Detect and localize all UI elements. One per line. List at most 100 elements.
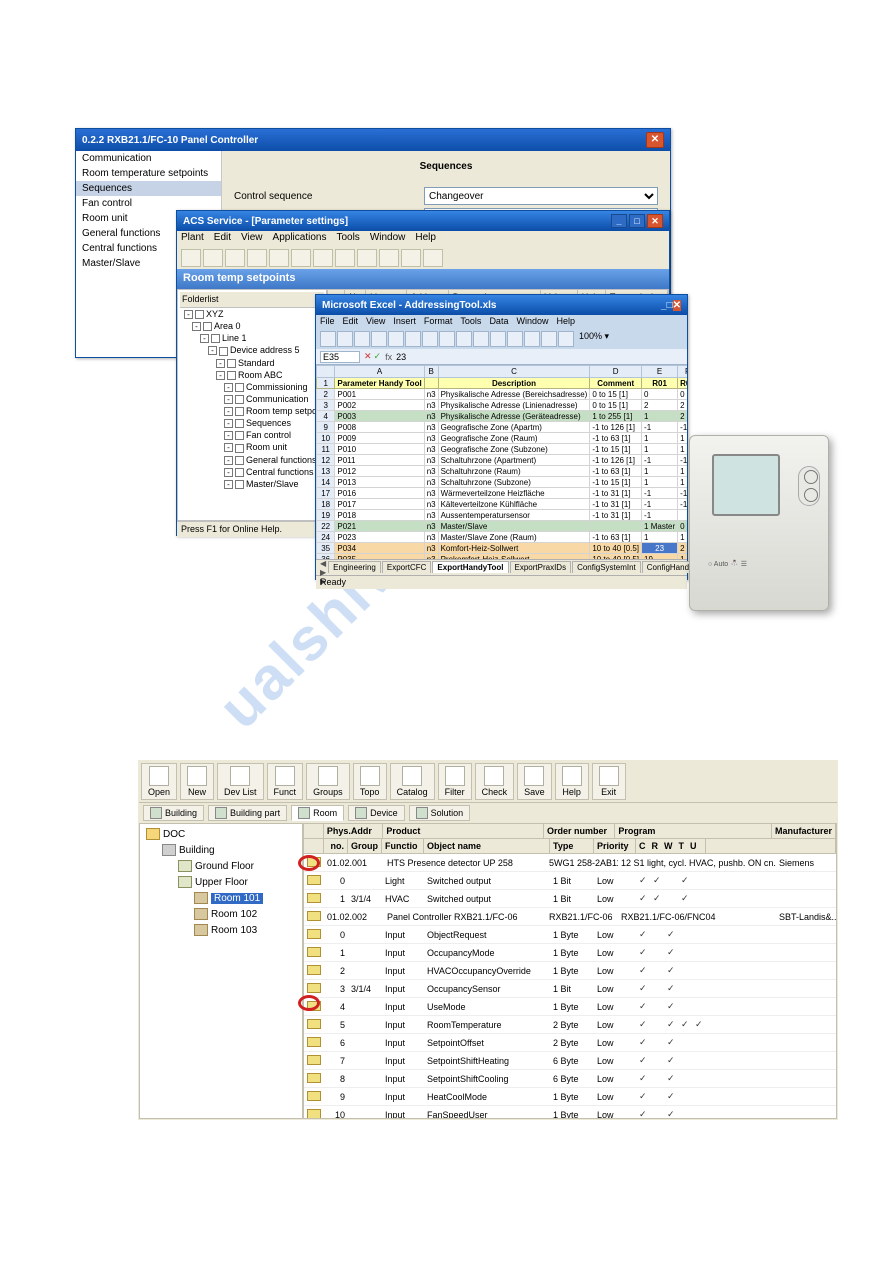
device-row[interactable]: 01.02.001HTS Presence detector UP 2585WG… — [304, 854, 836, 872]
sheet-row[interactable]: 11P010n3Geografische Zone (Subzone)-1 to… — [317, 444, 688, 455]
toolbar-btn[interactable] — [181, 249, 201, 267]
cell[interactable]: Schaltuhrzone (Raum) — [438, 466, 590, 477]
cell[interactable]: P003 — [335, 411, 424, 422]
cell[interactable]: P001 — [335, 389, 424, 400]
toolbar-btn[interactable] — [558, 331, 574, 347]
cell[interactable]: 1 — [642, 433, 678, 444]
toolbar-open-button[interactable]: Open — [141, 763, 177, 800]
win2-titlebar[interactable]: ACS Service - [Parameter settings] _ □ ✕ — [177, 211, 669, 231]
cell[interactable]: -1 — [642, 510, 678, 521]
toolbar-btn[interactable] — [269, 249, 289, 267]
col-product[interactable]: Product — [383, 824, 544, 838]
tree-node[interactable]: -Room unit — [180, 441, 324, 453]
cell[interactable]: n3 — [424, 422, 438, 433]
toolbar-btn[interactable] — [473, 331, 489, 347]
col-header[interactable]: F — [678, 366, 687, 378]
cell[interactable]: 0 to 15 [1] — [590, 400, 642, 411]
toolbar-check-button[interactable]: Check — [475, 763, 515, 800]
cell[interactable]: P013 — [335, 477, 424, 488]
cell[interactable]: Aussentemperatursensor — [438, 510, 590, 521]
cell[interactable]: -1 — [678, 455, 687, 466]
sheet-tab[interactable]: ExportPraxIDs — [510, 561, 572, 573]
win2-menubar[interactable]: PlantEditViewApplicationsToolsWindowHelp — [177, 231, 669, 247]
cancel-icon[interactable]: ✕ — [364, 351, 372, 362]
sheet-row[interactable]: 13P012n3Schaltuhrzone (Raum)-1 to 63 [1]… — [317, 466, 688, 477]
menu-item[interactable]: Plant — [181, 232, 204, 243]
win2-folder-tree[interactable]: Folderlist✕ -XYZ-Area 0-Line 1-Device ad… — [177, 289, 327, 521]
minimize-icon[interactable]: _ — [611, 214, 627, 228]
col-type[interactable]: Type — [550, 839, 594, 853]
tree-node[interactable]: Upper Floor — [142, 874, 300, 890]
cell[interactable]: -1 — [642, 488, 678, 499]
cell[interactable] — [590, 521, 642, 532]
cell[interactable]: Master/Slave — [438, 521, 590, 532]
cell[interactable]: 1 — [678, 532, 687, 543]
tree-node[interactable]: -General functions — [180, 454, 324, 466]
object-row[interactable]: 0InputObjectRequest1 ByteLow — [304, 926, 836, 944]
cell[interactable]: 19 — [317, 510, 335, 521]
device-row[interactable]: 01.02.002Panel Controller RXB21.1/FC-06R… — [304, 908, 836, 926]
cell[interactable]: 1 to 255 [1] — [590, 411, 642, 422]
sheet-row[interactable]: 18P017n3Kälteverteilzone Kühlfläche-1 to… — [317, 499, 688, 510]
header-cell[interactable]: 1 — [317, 378, 335, 389]
mode-buttons[interactable]: ○ Auto ⛄ ☰ — [708, 560, 747, 568]
cell[interactable]: 1 — [642, 411, 678, 422]
view-tab-building[interactable]: Building — [143, 805, 204, 821]
tree-node[interactable]: -Room temp setpoint — [180, 405, 324, 417]
maximize-icon[interactable]: □ — [629, 214, 645, 228]
sheet-row[interactable]: 19P018n3Aussentemperatursensor-1 to 31 [… — [317, 510, 688, 521]
col-manufacturer[interactable]: Manufacturer — [772, 824, 836, 838]
cell[interactable]: 1 — [678, 444, 687, 455]
toolbar-new-button[interactable]: New — [180, 763, 214, 800]
cell[interactable]: 11 — [317, 444, 335, 455]
sheet-row[interactable]: 10P009n3Geografische Zone (Raum)-1 to 63… — [317, 433, 688, 444]
object-row[interactable]: 9InputHeatCoolMode1 ByteLow — [304, 1088, 836, 1106]
cell[interactable]: Physikalische Adresse (Bereichsadresse) — [438, 389, 590, 400]
formula-value[interactable]: 23 — [396, 352, 406, 362]
toolbar-btn[interactable] — [507, 331, 523, 347]
sheet-tab[interactable]: ConfigSystemInt — [572, 561, 641, 573]
tree-node[interactable]: -Sequences — [180, 417, 324, 429]
cell[interactable]: n3 — [424, 400, 438, 411]
cell[interactable]: n3 — [424, 466, 438, 477]
view-tab-room[interactable]: Room — [291, 805, 344, 821]
sheet-row[interactable]: 24P023n3Master/Slave Zone (Raum)-1 to 63… — [317, 532, 688, 543]
menu-item[interactable]: File — [320, 316, 335, 326]
cell[interactable]: Wärmeverteilzone Heizfläche — [438, 488, 590, 499]
sidebar-item[interactable]: Communication — [76, 151, 221, 166]
toolbar-catalog-button[interactable]: Catalog — [390, 763, 435, 800]
col-header[interactable] — [317, 366, 335, 378]
menu-item[interactable]: Insert — [393, 316, 416, 326]
cell[interactable]: 0 to 15 [1] — [590, 389, 642, 400]
cell[interactable]: -1 to 15 [1] — [590, 477, 642, 488]
cell[interactable]: 18 — [317, 499, 335, 510]
toolbar-help-button[interactable]: Help — [555, 763, 589, 800]
toolbar-btn[interactable] — [405, 331, 421, 347]
col-header[interactable]: B — [424, 366, 438, 378]
object-row[interactable]: 33/1/4InputOccupancySensor1 BitLow — [304, 980, 836, 998]
col-flag-w[interactable]: W — [664, 841, 673, 851]
menu-item[interactable]: Edit — [214, 232, 231, 243]
cell[interactable]: 10 to 40 [0.5] — [590, 543, 642, 554]
tree-node[interactable]: Building — [142, 842, 300, 858]
toolbar-btn[interactable] — [388, 331, 404, 347]
cell[interactable]: n3 — [424, 455, 438, 466]
ets-main-toolbar[interactable]: OpenNewDev ListFunctGroupsTopoCatalogFil… — [139, 761, 837, 803]
zoom-value[interactable]: 100% ▾ — [579, 331, 609, 347]
cell[interactable]: n3 — [424, 411, 438, 422]
tree-node[interactable]: -Communication — [180, 393, 324, 405]
cell[interactable]: 2 — [642, 400, 678, 411]
cell[interactable]: Geografische Zone (Subzone) — [438, 444, 590, 455]
cell[interactable]: 1 — [678, 466, 687, 477]
menu-item[interactable]: Window — [370, 232, 406, 243]
excel-sheet-tabs[interactable]: ◀ ◀ ▶ ▶ EngineeringExportCFCExportHandyT… — [316, 559, 687, 575]
cell[interactable]: P010 — [335, 444, 424, 455]
cell[interactable]: P017 — [335, 499, 424, 510]
cell[interactable]: P011 — [335, 455, 424, 466]
menu-item[interactable]: Data — [489, 316, 508, 326]
menu-item[interactable]: Tools — [460, 316, 481, 326]
cell[interactable]: P021 — [335, 521, 424, 532]
object-row[interactable]: 4InputUseMode1 ByteLow — [304, 998, 836, 1016]
cell[interactable]: 1 — [642, 532, 678, 543]
toolbar-funct-button[interactable]: Funct — [267, 763, 304, 800]
